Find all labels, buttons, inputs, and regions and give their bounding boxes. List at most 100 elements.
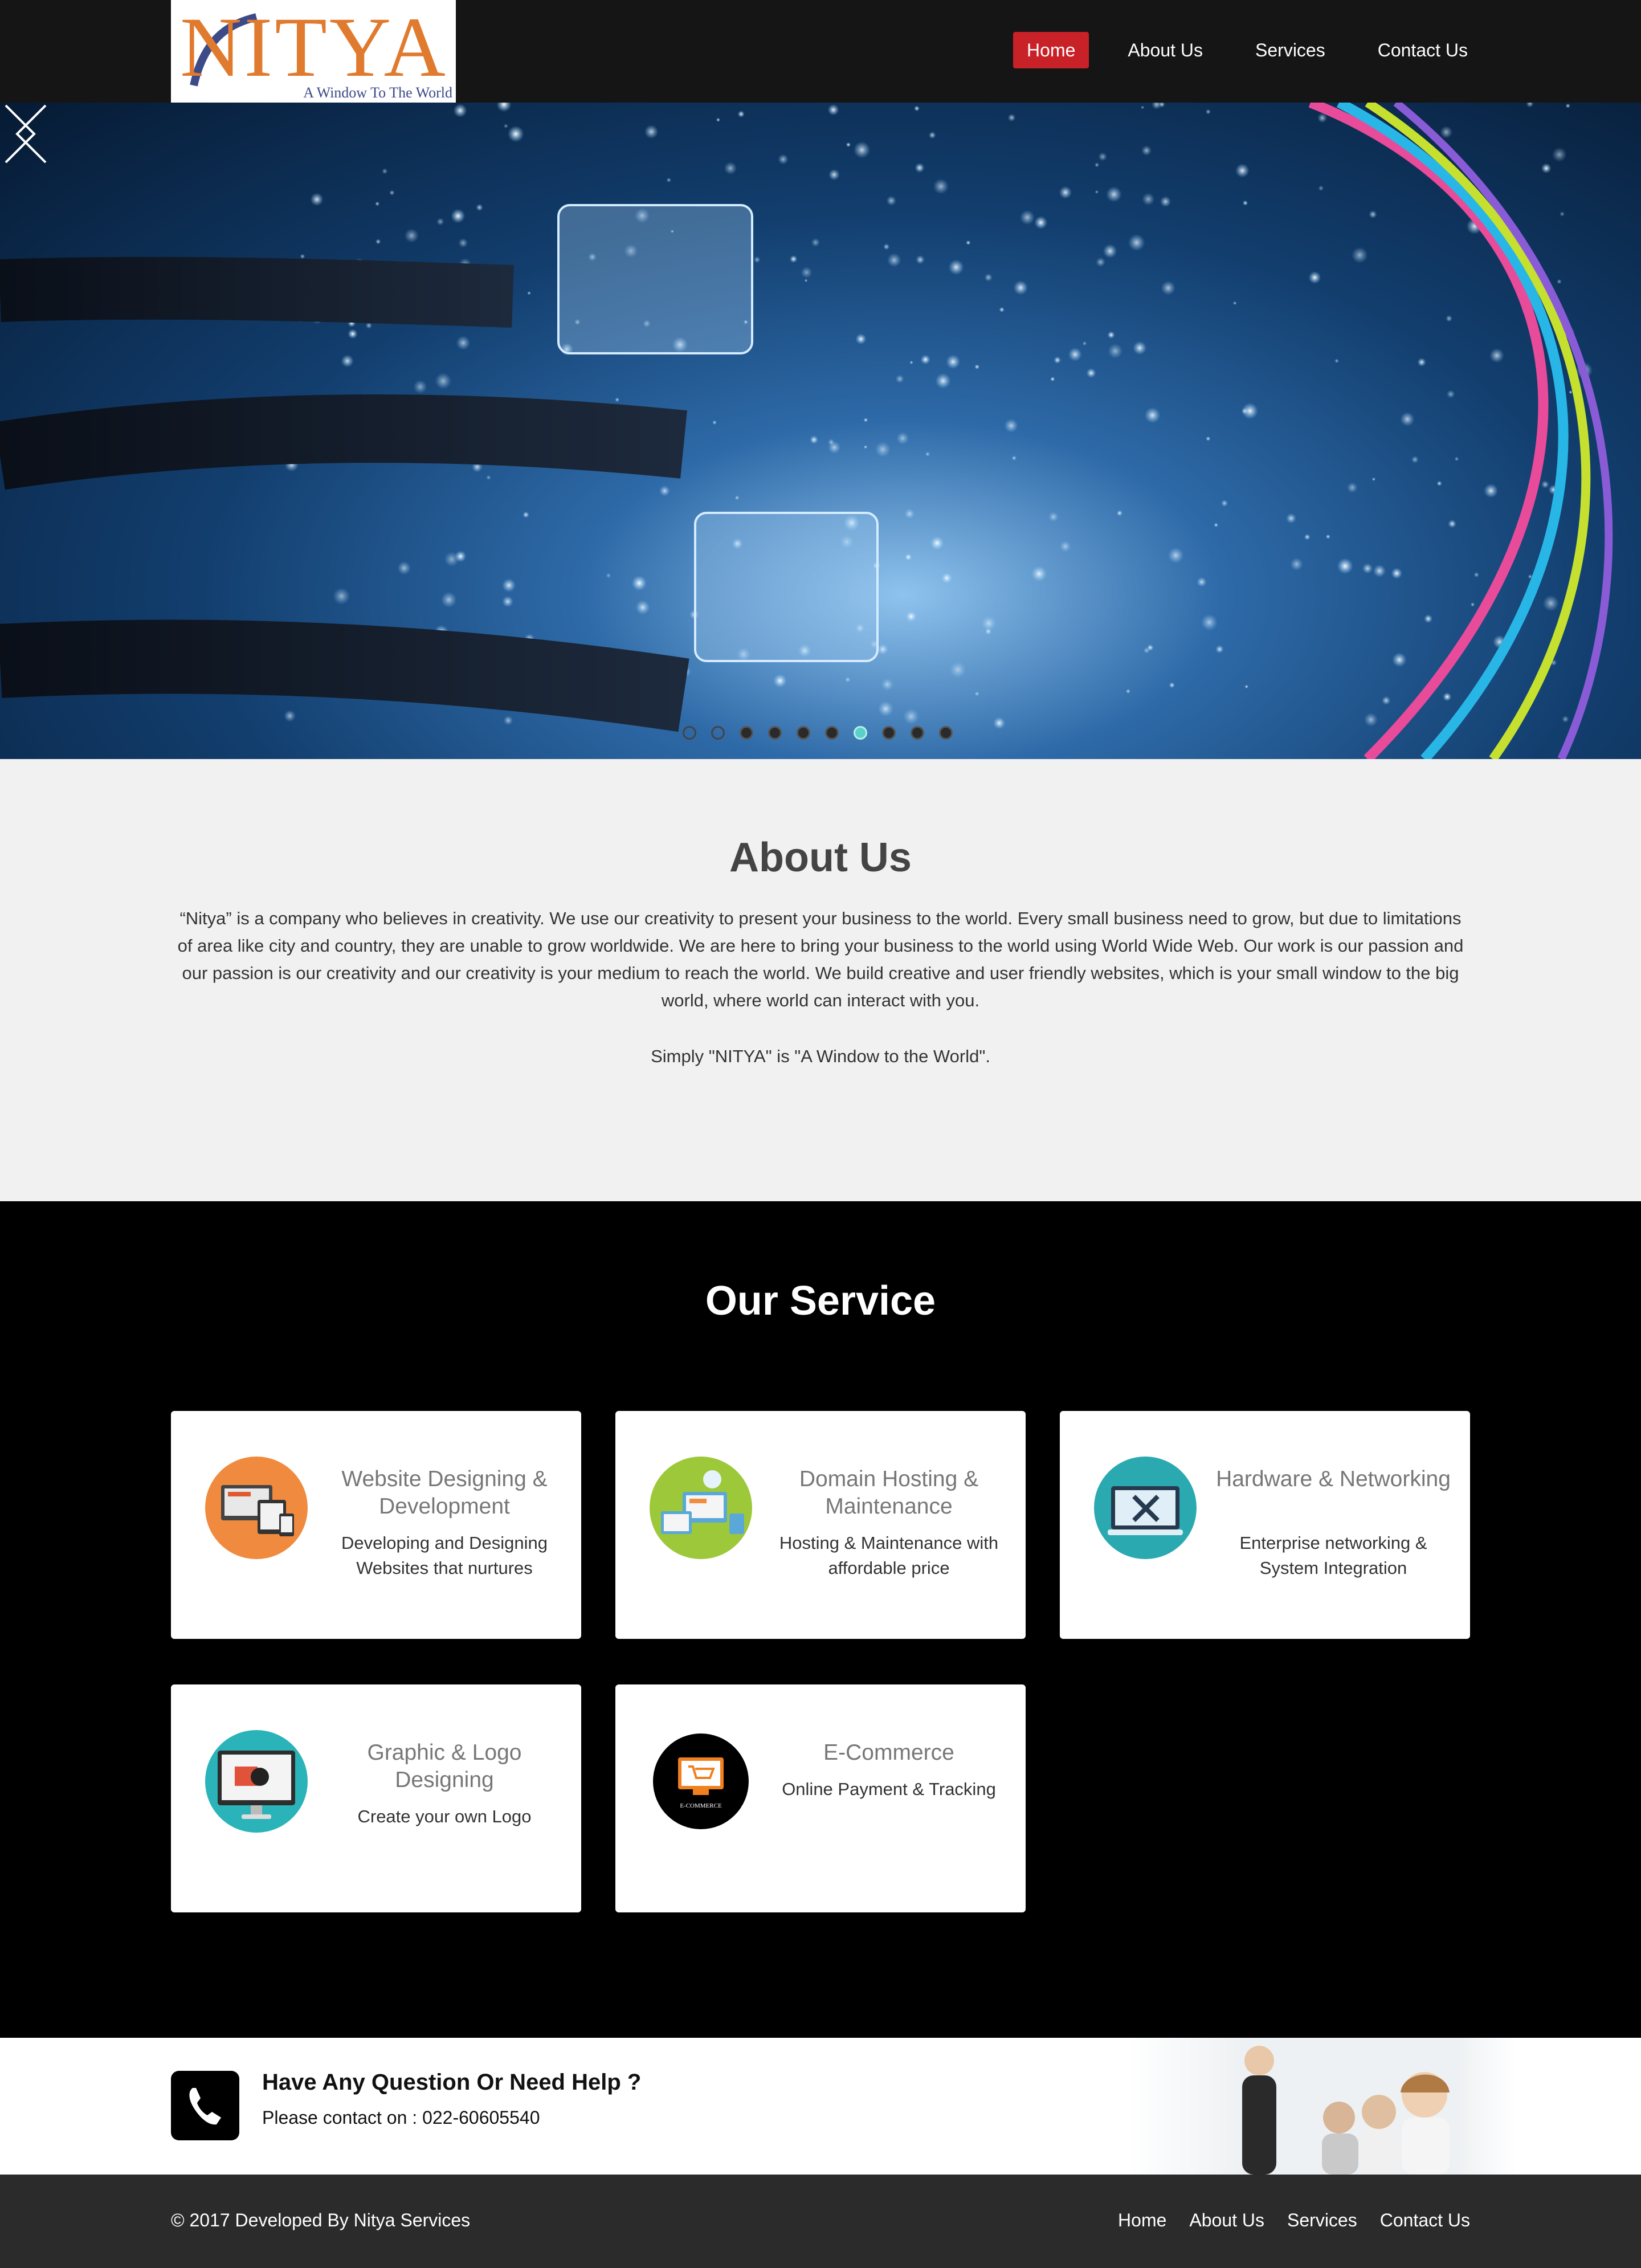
slider-dot[interactable] xyxy=(825,726,839,740)
service-card-web-design[interactable]: Website Designing & Development Developi… xyxy=(171,1411,581,1639)
service-title: Hardware & Networking xyxy=(1216,1467,1451,1491)
service-card-graphic-design[interactable]: Graphic & Logo Designing Create your own… xyxy=(171,1684,581,1912)
service-desc: Developing and Designing Websites that n… xyxy=(341,1533,548,1578)
light-sparkle xyxy=(1235,164,1250,178)
slider-dot[interactable] xyxy=(939,726,953,740)
light-sparkle xyxy=(778,154,789,165)
slider-dot[interactable] xyxy=(740,726,753,740)
light-sparkle xyxy=(333,588,350,605)
light-sparkle xyxy=(1152,103,1162,110)
light-sparkle xyxy=(724,162,737,175)
light-sparkle xyxy=(1205,109,1211,115)
light-sparkle xyxy=(1552,147,1567,162)
ecommerce-icon: E-COMMERCE xyxy=(653,1733,749,1829)
light-sparkle xyxy=(1141,105,1145,109)
light-sparkle xyxy=(712,420,717,425)
light-sparkle xyxy=(928,131,936,139)
light-sparkle xyxy=(666,177,672,183)
slider-dots xyxy=(683,726,953,740)
light-sparkle xyxy=(935,373,951,389)
light-sparkle xyxy=(1317,113,1328,123)
light-sparkle xyxy=(1011,455,1017,461)
footer-nav-services[interactable]: Services xyxy=(1287,2210,1357,2231)
slider-dot[interactable] xyxy=(768,726,782,740)
slider-dot[interactable] xyxy=(711,726,725,740)
light-sparkle xyxy=(1417,358,1426,367)
light-sparkle xyxy=(1068,347,1082,361)
logo-text: NITYA xyxy=(180,0,448,95)
light-sparkle xyxy=(1526,103,1534,108)
site-logo[interactable]: NITYA A Window To The World xyxy=(171,0,456,103)
light-sparkle xyxy=(1161,280,1175,295)
light-sparkle xyxy=(1220,499,1228,507)
light-sparkle xyxy=(456,336,471,350)
light-sparkle xyxy=(1048,512,1059,522)
light-sparkle xyxy=(828,169,840,181)
nav-about-us[interactable]: About Us xyxy=(1114,32,1217,68)
light-sparkle xyxy=(375,239,381,244)
light-sparkle xyxy=(886,195,897,206)
service-desc: Create your own Logo xyxy=(357,1806,532,1826)
light-sparkle xyxy=(915,162,925,173)
light-sparkle xyxy=(1373,564,1386,578)
service-card-networking[interactable]: Hardware & Networking Enterprise network… xyxy=(1060,1411,1470,1639)
light-sparkle xyxy=(855,333,867,345)
light-sparkle xyxy=(1424,614,1433,623)
footer-nav-contact-us[interactable]: Contact Us xyxy=(1380,2210,1470,2231)
light-sparkle xyxy=(644,125,659,139)
light-sparkle xyxy=(974,691,979,696)
light-sparkle xyxy=(887,253,901,267)
slider-dot[interactable] xyxy=(911,726,924,740)
light-sparkle xyxy=(946,354,961,369)
light-sparkle xyxy=(1206,436,1211,441)
light-sparkle xyxy=(1050,377,1055,382)
graphic-design-icon xyxy=(205,1730,308,1833)
support-team-image xyxy=(1128,2038,1516,2175)
light-sparkle xyxy=(1454,456,1459,462)
footer-nav-home[interactable]: Home xyxy=(1118,2210,1166,2231)
light-sparkle xyxy=(904,553,912,561)
light-sparkle xyxy=(896,432,909,445)
slider-dot[interactable] xyxy=(882,726,896,740)
light-sparkle xyxy=(496,103,512,112)
logo-tagline: A Window To The World xyxy=(303,84,452,101)
light-sparkle xyxy=(1013,280,1028,295)
light-sparkle xyxy=(941,572,953,584)
light-sparkle xyxy=(925,451,930,457)
hero-slider xyxy=(0,103,1641,759)
light-sparkle xyxy=(451,209,466,223)
light-sparkle xyxy=(522,511,529,519)
light-sparkle xyxy=(1565,103,1570,108)
light-sparkle xyxy=(458,238,468,248)
light-sparkle xyxy=(1369,210,1377,219)
service-card-hosting[interactable]: Domain Hosting & Maintenance Hosting & M… xyxy=(615,1411,1026,1639)
light-sparkle xyxy=(810,435,818,444)
light-sparkle xyxy=(920,354,930,365)
slider-next-arrow-icon[interactable] xyxy=(0,103,40,165)
nav-services[interactable]: Services xyxy=(1242,32,1339,68)
footer-nav-about-us[interactable]: About Us xyxy=(1189,2210,1264,2231)
service-title: Domain Hosting & Maintenance xyxy=(799,1467,979,1519)
light-sparkle xyxy=(909,361,913,365)
light-sparkle xyxy=(1391,568,1402,579)
light-sparkle xyxy=(1542,595,1559,611)
nav-home[interactable]: Home xyxy=(1013,32,1089,68)
light-sparkle xyxy=(984,273,993,282)
service-card-ecommerce[interactable]: E-COMMERCE E-Commerce Online Payment & T… xyxy=(615,1684,1026,1912)
light-sparkle xyxy=(413,380,427,394)
slider-dot[interactable] xyxy=(683,726,696,740)
light-sparkle xyxy=(993,717,1006,729)
light-sparkle xyxy=(1116,510,1123,516)
slider-dot[interactable] xyxy=(854,726,867,740)
light-sparkle xyxy=(1470,602,1475,607)
light-sparkle xyxy=(486,475,491,480)
main-nav: Home About Us Services Contact Us xyxy=(988,32,1481,68)
light-sparkle xyxy=(1106,186,1122,202)
light-sparkle xyxy=(341,354,354,368)
services-section: Our Service Website Designing & Developm… xyxy=(0,1201,1641,2038)
slider-dot[interactable] xyxy=(797,726,810,740)
light-sparkle xyxy=(863,445,868,449)
light-sparkle xyxy=(999,307,1005,313)
light-sparkle xyxy=(1440,125,1453,138)
nav-contact-us[interactable]: Contact Us xyxy=(1364,32,1481,68)
